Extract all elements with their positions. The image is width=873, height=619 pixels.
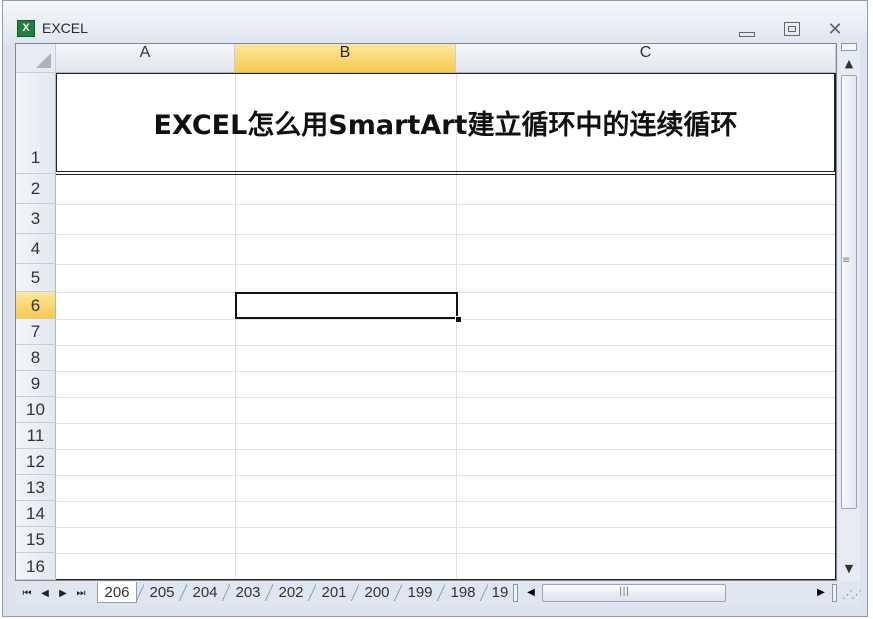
horizontal-split-handle[interactable]	[832, 584, 837, 602]
sheet-tab-199[interactable]: 199	[402, 582, 438, 603]
close-button[interactable]: ✕	[822, 18, 848, 40]
table-border	[835, 73, 836, 580]
row-header-1[interactable]: 1	[16, 73, 56, 174]
sheet-tab-bar: ⏮ ◀ ▶ ⏭ 206 205 204 203 202 201 200 199 …	[15, 581, 862, 606]
grid-line	[56, 371, 836, 372]
row-header-11[interactable]: 11	[16, 423, 56, 449]
excel-icon: X	[17, 20, 35, 37]
grid-line	[56, 264, 836, 265]
previous-sheet-button[interactable]: ◀	[38, 586, 52, 602]
minimize-button[interactable]	[734, 18, 760, 40]
sheet-tab-19[interactable]: 19	[488, 582, 512, 603]
row-header-8[interactable]: 8	[16, 345, 56, 371]
scroll-left-button[interactable]: ◀	[524, 584, 538, 602]
column-header-b[interactable]: B	[235, 44, 456, 73]
row-header-3[interactable]: 3	[16, 204, 56, 234]
grid-line	[56, 319, 836, 320]
worksheet-grid[interactable]: A B C 1 2 3 4 5 6 7 8 9 10 11 12 13 14 1…	[15, 43, 837, 581]
resize-grip-icon[interactable]: ⋰⋰	[842, 588, 862, 601]
select-all-corner[interactable]	[16, 44, 56, 73]
horizontal-scroll-thumb[interactable]	[542, 584, 726, 602]
table-border	[56, 174, 835, 175]
row-header-6[interactable]: 6	[16, 292, 56, 319]
scroll-up-button[interactable]: ▲	[840, 55, 858, 73]
grid-line	[56, 204, 836, 205]
row-header-10[interactable]: 10	[16, 397, 56, 423]
fill-handle[interactable]	[455, 316, 462, 323]
next-sheet-button[interactable]: ▶	[56, 586, 70, 602]
tab-split-handle[interactable]	[513, 584, 518, 602]
table-border	[56, 579, 836, 580]
row-header-9[interactable]: 9	[16, 371, 56, 397]
sheet-tab-200[interactable]: 200	[359, 582, 395, 603]
grid-line	[56, 345, 836, 346]
sheet-tab-201[interactable]: 201	[316, 582, 352, 603]
scroll-grip-icon: ≡	[842, 255, 851, 266]
active-cell-b6[interactable]	[235, 292, 458, 319]
grid-line	[56, 234, 836, 235]
window-title: EXCEL	[42, 20, 88, 36]
sheet-tab-204[interactable]: 204	[187, 582, 223, 603]
sheet-tab-203[interactable]: 203	[230, 582, 266, 603]
row-header-16[interactable]: 16	[16, 553, 56, 580]
restore-button[interactable]	[779, 18, 805, 40]
vertical-scrollbar[interactable]: ▲ ≡ ▼	[838, 43, 860, 581]
grid-line	[56, 527, 836, 528]
last-sheet-button[interactable]: ⏭	[74, 586, 88, 602]
row-header-2[interactable]: 2	[16, 174, 56, 204]
title-bar: X EXCEL ✕	[3, 1, 867, 43]
grid-line	[56, 449, 836, 450]
excel-window: X EXCEL ✕ A B C 1 2 3 4 5 6 7 8 9 10 11 …	[2, 0, 868, 617]
vertical-split-handle[interactable]	[841, 43, 857, 51]
row-header-5[interactable]: 5	[16, 264, 56, 292]
row-header-7[interactable]: 7	[16, 319, 56, 345]
column-header-a[interactable]: A	[56, 44, 235, 73]
grid-line	[56, 475, 836, 476]
vertical-scroll-thumb[interactable]	[841, 75, 857, 509]
row-header-4[interactable]: 4	[16, 234, 56, 264]
row-header-14[interactable]: 14	[16, 501, 56, 527]
sheet-tab-198[interactable]: 198	[445, 582, 481, 603]
scroll-down-button[interactable]: ▼	[840, 560, 858, 578]
first-sheet-button[interactable]: ⏮	[20, 586, 34, 602]
scroll-grip-icon: |||	[619, 586, 630, 597]
scroll-right-button[interactable]: ▶	[815, 584, 827, 602]
row-header-13[interactable]: 13	[16, 475, 56, 501]
sheet-tab-205[interactable]: 205	[144, 582, 180, 603]
restore-icon	[784, 22, 800, 36]
sheet-tab-202[interactable]: 202	[273, 582, 309, 603]
merged-title-cell[interactable]: EXCEL怎么用SmartArt建立循环中的连续循环	[56, 73, 835, 172]
grid-line	[56, 553, 836, 554]
grid-line	[56, 397, 836, 398]
sheet-tab-206[interactable]: 206	[97, 582, 137, 603]
row-header-12[interactable]: 12	[16, 449, 56, 475]
minimize-icon	[739, 31, 755, 37]
column-header-c[interactable]: C	[456, 44, 836, 73]
close-icon: ✕	[827, 18, 843, 40]
grid-line	[56, 423, 836, 424]
grid-line	[56, 501, 836, 502]
row-header-15[interactable]: 15	[16, 527, 56, 553]
